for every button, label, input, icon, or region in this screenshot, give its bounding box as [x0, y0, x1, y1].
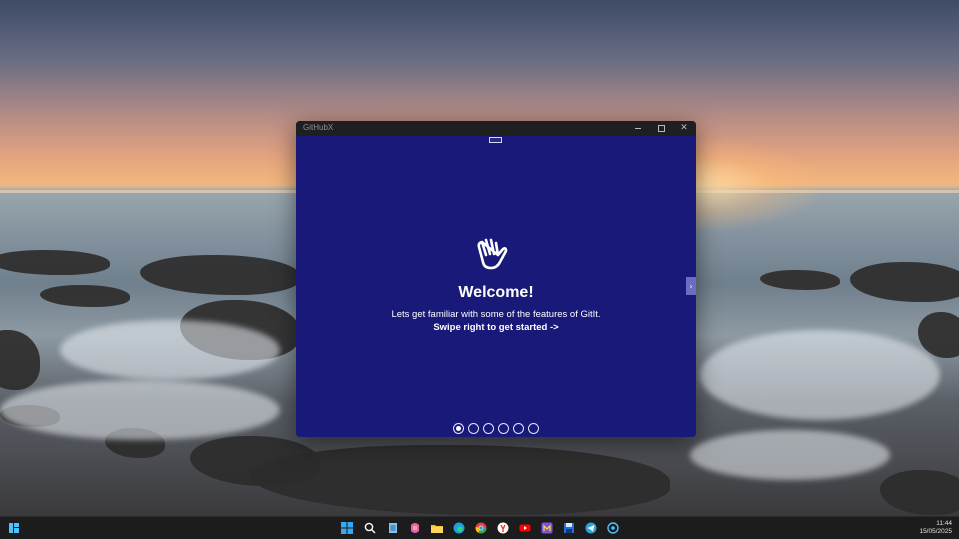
- rock: [0, 330, 40, 390]
- rock: [850, 262, 959, 302]
- rock: [140, 255, 300, 295]
- telegram-icon[interactable]: [584, 521, 598, 535]
- maximize-button[interactable]: [650, 121, 672, 136]
- github-icon[interactable]: [606, 521, 620, 535]
- file-explorer-icon[interactable]: [430, 521, 444, 535]
- page-dot[interactable]: [513, 423, 524, 434]
- edge-icon[interactable]: [452, 521, 466, 535]
- notepad-icon[interactable]: [386, 521, 400, 535]
- next-page-button[interactable]: ›: [686, 277, 696, 295]
- swipe-hint: Swipe right to get started ->: [433, 322, 559, 333]
- page-dot[interactable]: [483, 423, 494, 434]
- system-clock[interactable]: 11:44 15/05/2025: [919, 520, 952, 536]
- drag-handle[interactable]: [489, 137, 502, 143]
- sea-foam: [0, 380, 280, 440]
- page-dot[interactable]: [453, 423, 464, 434]
- youtube-icon[interactable]: [518, 521, 532, 535]
- app-window: GitHubX ✕ Welcome! Lets get familiar wit…: [296, 121, 696, 437]
- app-icon[interactable]: [540, 521, 554, 535]
- sea-foam: [690, 430, 890, 480]
- copilot-icon[interactable]: [408, 521, 422, 535]
- rock: [250, 445, 670, 515]
- rock: [40, 285, 130, 307]
- close-icon: ✕: [680, 123, 688, 133]
- maximize-icon: [657, 125, 665, 132]
- close-button[interactable]: ✕: [673, 121, 695, 136]
- clock-date: 15/05/2025: [919, 528, 952, 535]
- waving-hand-icon: [477, 238, 508, 270]
- intro-text: Lets get familiar with some of the featu…: [391, 309, 601, 320]
- window-title: GitHubX: [303, 123, 334, 132]
- page-dot[interactable]: [528, 423, 539, 434]
- save-icon[interactable]: [562, 521, 576, 535]
- chevron-right-icon: ›: [689, 281, 693, 291]
- page-indicator: [453, 423, 539, 434]
- widgets-icon[interactable]: [7, 521, 21, 535]
- rock: [918, 312, 959, 358]
- page-dot[interactable]: [498, 423, 509, 434]
- taskbar: 11:44 15/05/2025: [0, 516, 959, 539]
- search-icon[interactable]: [363, 521, 377, 535]
- start-icon[interactable]: [340, 521, 354, 535]
- active-dot-icon: [456, 426, 461, 431]
- clock-time: 11:44: [936, 520, 952, 527]
- page-dot[interactable]: [468, 423, 479, 434]
- chrome-icon[interactable]: [474, 521, 488, 535]
- rock: [0, 250, 110, 275]
- yandex-icon[interactable]: [496, 521, 510, 535]
- sea-foam: [700, 330, 940, 420]
- welcome-heading: Welcome!: [458, 284, 534, 301]
- sea-foam: [60, 320, 280, 380]
- rock: [880, 470, 959, 515]
- rock: [760, 270, 840, 290]
- minimize-button[interactable]: [627, 121, 649, 136]
- minimize-icon: [635, 128, 641, 129]
- title-bar[interactable]: GitHubX ✕: [296, 121, 696, 136]
